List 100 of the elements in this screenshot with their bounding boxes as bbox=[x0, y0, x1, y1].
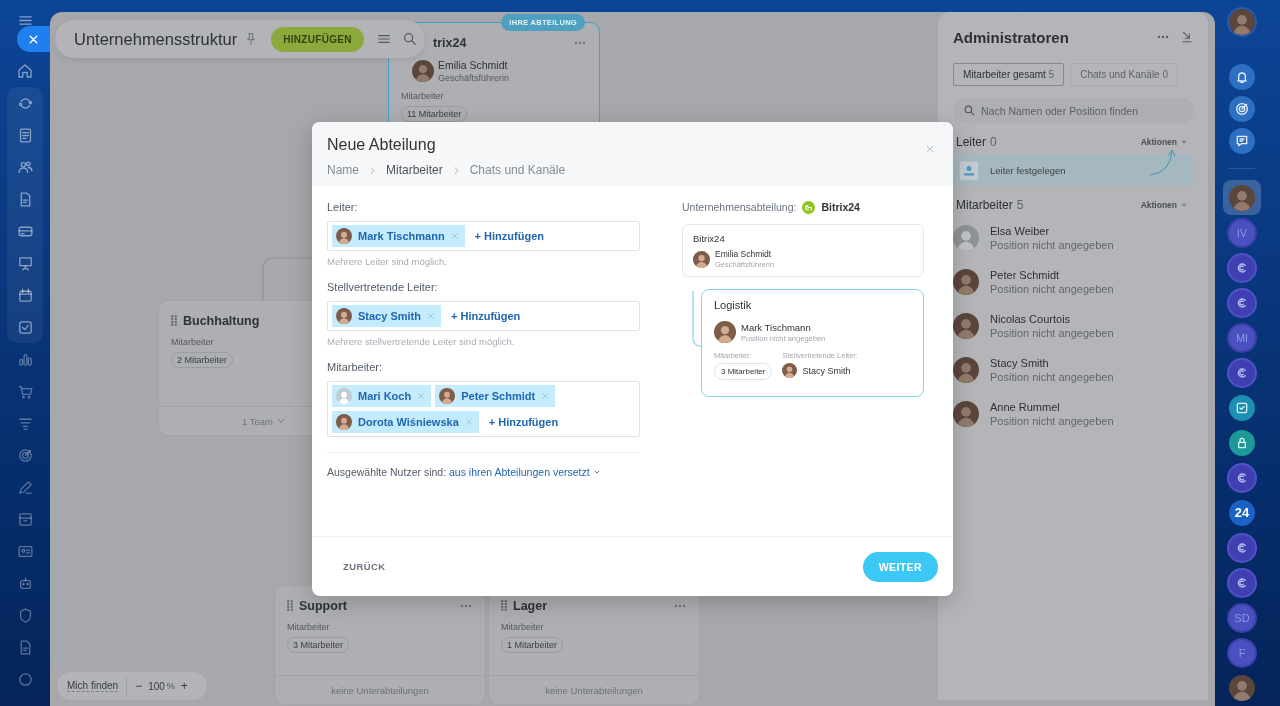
department-name: Bitrix24 bbox=[693, 233, 726, 244]
field-label: Stellvertretende Leiter: bbox=[327, 280, 439, 294]
home-icon[interactable] bbox=[16, 62, 34, 80]
chat-button[interactable] bbox=[1229, 464, 1255, 491]
avatar bbox=[336, 414, 352, 430]
move-option-link[interactable]: aus ihren Abteilungen versetzt bbox=[449, 465, 601, 479]
person-position: Position nicht angegeben bbox=[990, 415, 1114, 427]
add-person-link[interactable]: + Hinzufügen bbox=[474, 230, 544, 242]
avatar bbox=[336, 388, 352, 404]
person-chip[interactable]: Stacy Smith bbox=[332, 305, 441, 327]
search-icon[interactable] bbox=[401, 31, 418, 47]
chat-button[interactable] bbox=[1229, 569, 1255, 596]
drag-handle-icon[interactable] bbox=[287, 600, 293, 611]
person-name: Emilia Schmidt bbox=[715, 249, 773, 259]
avatar bbox=[336, 228, 352, 244]
tab[interactable]: Mitarbeiter gesamt 5 bbox=[953, 63, 1065, 86]
add-button[interactable]: HINZUFÜGEN bbox=[271, 26, 364, 52]
person-position: Position nicht angegeben bbox=[990, 283, 1114, 295]
search-field[interactable]: Nach Namen oder Position finden bbox=[953, 98, 1194, 123]
close-icon bbox=[925, 144, 935, 154]
person-name: Mark Tischmann bbox=[741, 321, 812, 333]
person-chip[interactable]: Mari Koch bbox=[332, 385, 432, 407]
actions-dropdown[interactable]: Aktionen bbox=[1140, 200, 1188, 210]
actions-dropdown[interactable]: Aktionen bbox=[1140, 137, 1188, 147]
drag-handle-icon[interactable] bbox=[171, 315, 177, 326]
presentation-icon[interactable] bbox=[16, 254, 34, 272]
avatar bbox=[953, 225, 979, 251]
department-logo-icon bbox=[802, 200, 816, 214]
banner-text: Leiter festgelegen bbox=[990, 165, 1066, 176]
avatar bbox=[412, 60, 434, 82]
chat-button[interactable] bbox=[1229, 359, 1255, 386]
avatar bbox=[1229, 9, 1255, 35]
circle-icon[interactable] bbox=[16, 670, 34, 688]
section-title: Mitarbeiter bbox=[956, 198, 1013, 212]
zoom-level: 100 bbox=[148, 680, 165, 692]
tab-count: 5 bbox=[1048, 69, 1055, 80]
person-card-icon bbox=[959, 160, 979, 181]
avatar bbox=[953, 357, 979, 383]
person-position: Position nicht angegeben bbox=[990, 371, 1114, 383]
parent-label: Unternehmensabteilung: bbox=[682, 201, 797, 213]
department-card[interactable]: Support Mitarbeiter 3 Mitarbeiter keine Unterabteilungen bbox=[274, 585, 486, 705]
person-name: Stacy Smith bbox=[802, 365, 851, 376]
section-title: Leiter bbox=[956, 135, 987, 149]
people-field[interactable]: Mari Koch Peter Schmidt Dorota Wiśniewska + Hinzufügen bbox=[327, 381, 640, 437]
field-label: Leiter: bbox=[327, 200, 359, 214]
selected-chat-highlight[interactable] bbox=[1223, 180, 1261, 215]
curved-arrow-icon bbox=[1148, 147, 1178, 177]
tab-count: 0 bbox=[1162, 69, 1168, 80]
person-chip[interactable]: Mark Tischmann bbox=[332, 225, 465, 247]
step-tab[interactable]: Chats und Kanäle bbox=[469, 163, 566, 177]
step-tab[interactable]: Name bbox=[327, 163, 359, 177]
move-note: Ausgewählte Nutzer sind: aus ihren Abteilungen versetzt bbox=[327, 465, 640, 479]
department-name: trix24 bbox=[433, 35, 467, 50]
target-icon bbox=[1234, 101, 1250, 117]
calendar-icon[interactable] bbox=[16, 286, 34, 304]
add-person-link[interactable]: + Hinzufügen bbox=[488, 416, 559, 428]
target-icon[interactable] bbox=[16, 446, 34, 464]
pen-icon[interactable] bbox=[16, 478, 34, 496]
checkbox-icon[interactable] bbox=[16, 318, 34, 336]
archive-icon[interactable] bbox=[16, 510, 34, 528]
chat-button[interactable] bbox=[1229, 289, 1255, 316]
chat-logo[interactable]: 24 bbox=[1229, 499, 1255, 526]
people-field[interactable]: Stacy Smith + Hinzufügen bbox=[327, 301, 640, 331]
close-button[interactable] bbox=[17, 26, 50, 52]
people-field[interactable]: Mark Tischmann + Hinzufügen bbox=[327, 221, 640, 251]
section-count: 0 bbox=[990, 135, 997, 149]
chevron-down-icon bbox=[276, 416, 286, 426]
employees-label: Mitarbeiter bbox=[287, 622, 330, 633]
avatar bbox=[953, 269, 979, 295]
zoom-in-button[interactable]: + bbox=[180, 679, 188, 693]
tool-button[interactable] bbox=[1229, 128, 1255, 154]
person-name: Stacy Smith bbox=[990, 357, 1050, 369]
add-person-link[interactable]: + Hinzufügen bbox=[450, 310, 521, 322]
tool-button[interactable] bbox=[1229, 64, 1255, 90]
zoom-out-button[interactable]: − bbox=[135, 679, 143, 693]
caret-icon bbox=[1180, 138, 1188, 146]
avatar bbox=[336, 308, 352, 324]
drag-handle-icon[interactable] bbox=[501, 600, 507, 611]
tool-button[interactable] bbox=[1229, 96, 1255, 122]
find-me-link[interactable]: Mich finden bbox=[67, 680, 119, 692]
chevron-down-icon bbox=[592, 468, 601, 476]
person-position: Position nicht angegeben bbox=[990, 327, 1114, 339]
chat-button[interactable] bbox=[1229, 394, 1255, 421]
chat-icon bbox=[1234, 133, 1250, 149]
collapse-icon[interactable] bbox=[1180, 30, 1194, 44]
field-hint: Mehrere Leiter sind möglich. bbox=[327, 255, 448, 268]
tab[interactable]: Chats und Kanäle 0 bbox=[1070, 63, 1178, 86]
step-tab[interactable]: Mitarbeiter bbox=[386, 163, 443, 177]
avatar bbox=[953, 313, 979, 339]
chat-button[interactable] bbox=[1229, 254, 1255, 281]
department-name: Support bbox=[299, 598, 347, 613]
avatar bbox=[1229, 184, 1255, 211]
chat-button[interactable] bbox=[1229, 534, 1255, 561]
person-position: Position nicht angegeben bbox=[990, 239, 1114, 251]
avatar bbox=[714, 321, 736, 343]
person-chip[interactable]: Dorota Wiśniewska bbox=[332, 411, 479, 433]
person-chip[interactable]: Peter Schmidt bbox=[435, 385, 556, 407]
chat-button[interactable] bbox=[1229, 429, 1255, 456]
back-button[interactable]: ZURÜCK bbox=[343, 561, 386, 572]
avatar bbox=[439, 388, 456, 404]
